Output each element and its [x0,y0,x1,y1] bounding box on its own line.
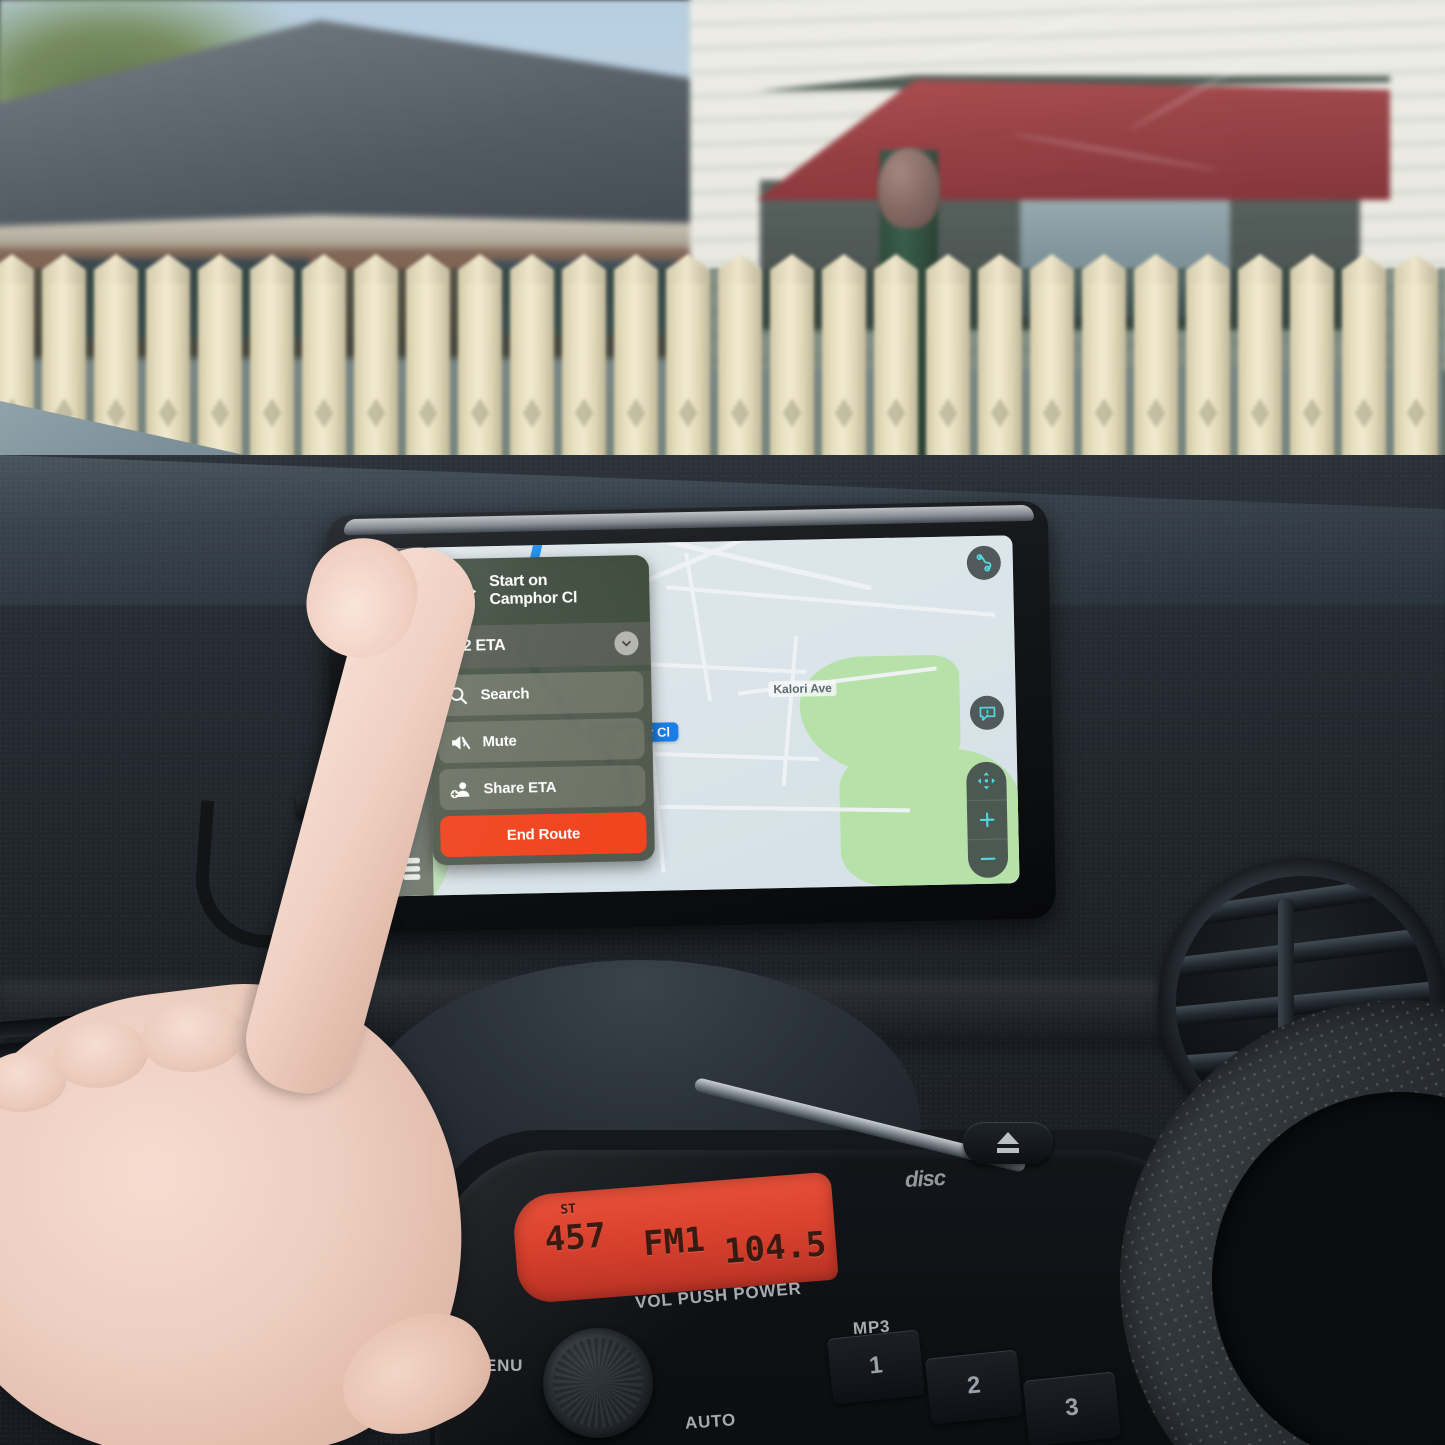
disc-logo: disc [904,1164,946,1193]
eject-icon [997,1132,1019,1144]
stereo-stereo-indicator: ST [559,1201,577,1218]
preset-button-3-label: 3 [1063,1393,1080,1422]
end-route-button-label: End Route [506,825,581,844]
menu-item-share-eta-label: Share ETA [483,778,557,798]
route-overview-icon [976,554,992,572]
menu-item-mute-label: Mute [482,732,517,751]
end-route-button[interactable]: End Route [440,811,647,858]
report-incident-icon [978,706,995,721]
plus-icon [979,812,995,828]
mute-speaker-icon [452,735,471,750]
route-overview-button[interactable] [966,545,1002,581]
stereo-band: FM1 [641,1219,707,1265]
preset-button-2-label: 2 [965,1371,982,1400]
map-street [684,552,713,702]
stereo-frequency: 104.5 [722,1224,828,1273]
report-incident-button[interactable] [969,695,1005,731]
navigation-instruction-line2: Camphor Cl [489,589,578,609]
zoom-in-button[interactable] [966,800,1008,841]
eject-button[interactable] [963,1122,1053,1164]
photo-scene: disc ST 457 FM1 104.5 MENU VOL PUSH POWE… [0,0,1445,1445]
map-zoom-controls[interactable] [966,761,1009,879]
preset-button-1[interactable]: 1 [826,1329,926,1405]
map-street [666,585,996,617]
minus-icon [980,857,996,861]
preset-button-3[interactable]: 3 [1022,1371,1122,1445]
navigation-menu[interactable]: Search Mute Share ETA End Route [429,670,656,866]
hand [0,526,560,1445]
menu-item-share-eta[interactable]: Share ETA [439,764,646,811]
map-street [781,636,799,786]
chevron-down-icon [622,640,631,647]
menu-item-search[interactable]: Search [437,670,644,717]
preset-button-1-label: 1 [867,1351,884,1380]
pan-arrows-icon [977,772,996,790]
map-street [617,535,873,591]
navigation-instruction-text: Start on Camphor Cl [489,571,577,609]
preset-button-2[interactable]: 2 [924,1349,1024,1425]
stereo-auto-label: AUTO [684,1410,737,1433]
share-eta-person-icon [450,781,470,798]
pan-button[interactable] [966,761,1007,802]
expand-collapse-button[interactable] [614,631,639,656]
map-label-kalori-ave: Kalori Ave [768,679,838,698]
navigation-instruction-line1: Start on [488,572,548,591]
menu-item-mute[interactable]: Mute [438,717,645,764]
menu-item-search-label: Search [480,685,530,704]
